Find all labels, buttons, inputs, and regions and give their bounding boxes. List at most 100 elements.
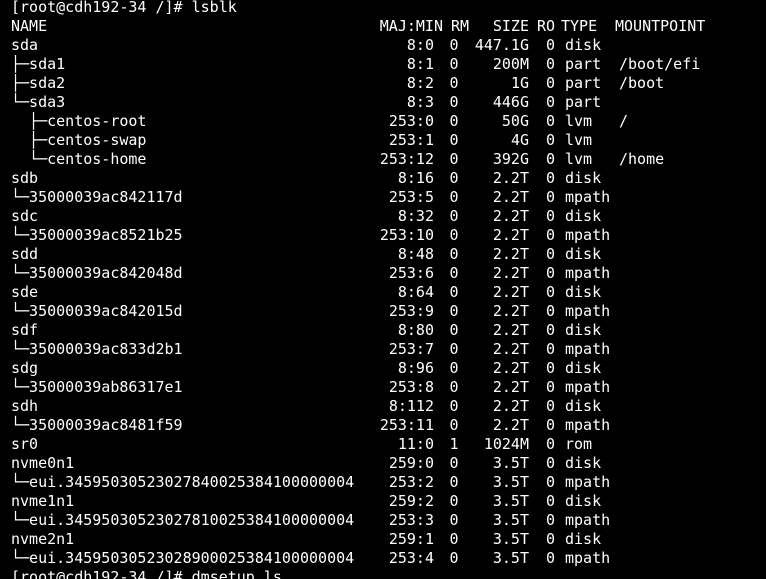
device-type: mpath bbox=[565, 416, 611, 434]
device-name: └─35000039ac833d2b1 bbox=[11, 340, 183, 358]
device-rm: 0 bbox=[449, 264, 459, 282]
device-name: nvme2n1 bbox=[11, 530, 75, 548]
device-mountpoint bbox=[619, 492, 739, 511]
device-type: disk bbox=[565, 321, 602, 339]
device-name: sr0 bbox=[11, 435, 39, 453]
device-size: 2.2T bbox=[492, 226, 529, 244]
device-name: sdg bbox=[11, 359, 39, 377]
device-ro: 0 bbox=[545, 226, 555, 244]
device-type: mpath bbox=[565, 378, 611, 396]
device-name: sde bbox=[11, 283, 39, 301]
device-rm: 0 bbox=[449, 226, 459, 244]
next-command-prompt-line: [root@cdh192-34 /]# dmsetup ls bbox=[11, 568, 282, 579]
device-type: disk bbox=[565, 207, 602, 225]
device-rm: 0 bbox=[449, 378, 459, 396]
device-size: 2.2T bbox=[492, 283, 529, 301]
device-ro: 0 bbox=[545, 283, 555, 301]
device-ro: 0 bbox=[545, 416, 555, 434]
device-type: lvm bbox=[565, 131, 593, 149]
device-ro: 0 bbox=[545, 435, 555, 453]
device-mountpoint bbox=[619, 549, 739, 568]
device-mountpoint bbox=[619, 473, 739, 492]
device-type: mpath bbox=[565, 264, 611, 282]
lsblk-row: └─35000039ac8481f59 253:11 0 2.2T 0 mpath bbox=[11, 416, 766, 435]
device-type: part bbox=[565, 93, 602, 111]
lsblk-row: sdg 8:96 0 2.2T 0 disk bbox=[11, 359, 766, 378]
device-type: disk bbox=[565, 169, 602, 187]
device-majmin: 253:10 bbox=[379, 226, 434, 244]
device-size: 2.2T bbox=[492, 416, 529, 434]
lsblk-row: sdh 8:112 0 2.2T 0 disk bbox=[11, 397, 766, 416]
device-size: 2.2T bbox=[492, 359, 529, 377]
device-majmin: 8:112 bbox=[388, 397, 434, 415]
device-mountpoint bbox=[619, 511, 739, 530]
device-type: disk bbox=[565, 454, 602, 472]
device-mountpoint bbox=[619, 226, 739, 245]
device-type: disk bbox=[565, 283, 602, 301]
device-type: mpath bbox=[565, 188, 611, 206]
device-ro: 0 bbox=[545, 321, 555, 339]
device-ro: 0 bbox=[545, 302, 555, 320]
lsblk-row: ├─sda2 8:2 0 1G 0 part/boot bbox=[11, 74, 766, 93]
device-rm: 0 bbox=[449, 169, 459, 187]
device-rm: 0 bbox=[449, 150, 459, 168]
lsblk-row: sdc 8:32 0 2.2T 0 disk bbox=[11, 207, 766, 226]
device-ro: 0 bbox=[545, 454, 555, 472]
device-rm: 0 bbox=[449, 397, 459, 415]
device-name: └─sda3 bbox=[11, 93, 66, 111]
device-ro: 0 bbox=[545, 359, 555, 377]
device-rm: 0 bbox=[449, 492, 459, 510]
device-ro: 0 bbox=[545, 492, 555, 510]
device-type: disk bbox=[565, 530, 602, 548]
device-mountpoint bbox=[619, 283, 739, 302]
device-majmin: 259:0 bbox=[388, 454, 434, 472]
device-name: sdf bbox=[11, 321, 39, 339]
device-majmin: 8:2 bbox=[406, 74, 434, 92]
device-size: 50G bbox=[501, 112, 529, 130]
device-rm: 0 bbox=[449, 188, 459, 206]
device-mountpoint bbox=[619, 169, 739, 188]
device-majmin: 253:0 bbox=[388, 112, 434, 130]
device-name: └─eui.34595030523027840025384100000004 bbox=[11, 473, 355, 491]
device-rm: 0 bbox=[449, 511, 459, 529]
header-type: TYPE bbox=[561, 17, 598, 35]
device-mountpoint bbox=[619, 454, 739, 473]
device-name: └─35000039ac842117d bbox=[11, 188, 183, 206]
device-mountpoint bbox=[619, 245, 739, 264]
device-ro: 0 bbox=[545, 264, 555, 282]
device-ro: 0 bbox=[545, 188, 555, 206]
device-rm: 0 bbox=[449, 340, 459, 358]
header-ro: RO bbox=[536, 17, 555, 35]
device-ro: 0 bbox=[545, 207, 555, 225]
device-mountpoint bbox=[619, 340, 739, 359]
device-majmin: 8:0 bbox=[406, 36, 434, 54]
lsblk-row: └─sda3 8:3 0 446G 0 part bbox=[11, 93, 766, 112]
device-majmin: 8:96 bbox=[397, 359, 434, 377]
device-type: disk bbox=[565, 359, 602, 377]
lsblk-row: sdb 8:16 0 2.2T 0 disk bbox=[11, 169, 766, 188]
device-ro: 0 bbox=[545, 245, 555, 263]
device-size: 2.2T bbox=[492, 378, 529, 396]
device-mountpoint: /boot/efi bbox=[619, 55, 701, 73]
device-type: mpath bbox=[565, 226, 611, 244]
device-type: mpath bbox=[565, 511, 611, 529]
device-mountpoint bbox=[619, 359, 739, 378]
device-name: └─eui.34595030523027810025384100000004 bbox=[11, 511, 355, 529]
device-mountpoint bbox=[619, 93, 739, 112]
terminal-window[interactable]: [root@cdh192-34 /]# lsblk NAME MAJ:MIN R… bbox=[0, 0, 766, 579]
lsblk-header-row: NAME MAJ:MIN RM SIZE RO TYPE MOUNTPOINT bbox=[11, 17, 766, 36]
device-type: lvm bbox=[565, 112, 593, 130]
device-rm: 0 bbox=[449, 245, 459, 263]
device-ro: 0 bbox=[545, 112, 555, 130]
device-mountpoint: / bbox=[619, 112, 629, 130]
lsblk-row: sda 8:0 0 447.1G 0 disk bbox=[11, 36, 766, 55]
device-mountpoint bbox=[619, 264, 739, 283]
lsblk-row: sdf 8:80 0 2.2T 0 disk bbox=[11, 321, 766, 340]
device-name: nvme0n1 bbox=[11, 454, 75, 472]
device-majmin: 253:8 bbox=[388, 378, 434, 396]
lsblk-row: nvme0n1 259:0 0 3.5T 0 disk bbox=[11, 454, 766, 473]
device-name: └─35000039ab86317e1 bbox=[11, 378, 183, 396]
device-rm: 0 bbox=[449, 283, 459, 301]
device-type: part bbox=[565, 55, 602, 73]
device-mountpoint bbox=[619, 131, 739, 150]
